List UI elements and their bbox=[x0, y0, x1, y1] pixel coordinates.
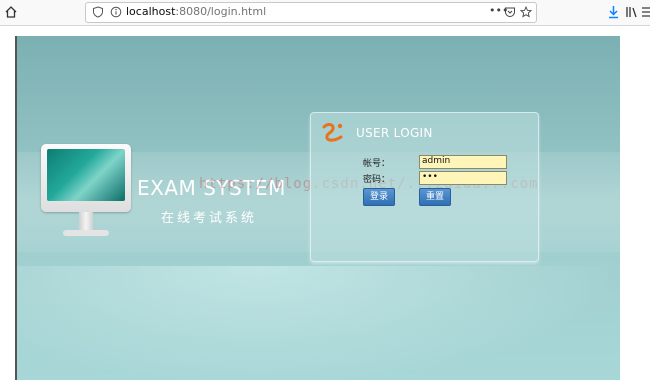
username-input[interactable]: admin bbox=[419, 155, 507, 169]
star-icon[interactable] bbox=[520, 6, 532, 18]
monitor-illustration bbox=[41, 144, 133, 244]
library-icon[interactable] bbox=[625, 5, 639, 19]
monitor-base bbox=[63, 230, 109, 236]
url-path: :8080/login.html bbox=[175, 5, 267, 18]
monitor-screen bbox=[47, 149, 125, 201]
system-subtitle: 在线考试系统 bbox=[161, 211, 258, 226]
menu-icon[interactable] bbox=[641, 6, 650, 18]
more-icon[interactable]: ••• bbox=[489, 5, 508, 18]
download-icon[interactable] bbox=[607, 5, 620, 19]
password-input[interactable]: ••• bbox=[419, 171, 507, 185]
pocket-icon[interactable] bbox=[504, 6, 516, 18]
login-panel: USER LOGIN 帐号： admin 密码： ••• 登录 重置 bbox=[310, 112, 539, 262]
login-title: USER LOGIN bbox=[356, 126, 433, 140]
page-margin bbox=[620, 36, 650, 380]
browser-toolbar: localhost:8080/login.html ••• bbox=[0, 0, 650, 26]
login-page: EXAM SYSTEM 在线考试系统 https://blog.csdn.net… bbox=[15, 36, 622, 380]
password-label: 密码： bbox=[363, 175, 391, 185]
background-floor bbox=[17, 266, 622, 380]
url-host: localhost bbox=[126, 5, 176, 18]
username-label: 帐号： bbox=[363, 159, 391, 169]
monitor-stand bbox=[79, 212, 93, 232]
url-text[interactable]: localhost:8080/login.html bbox=[126, 5, 266, 18]
login-button[interactable]: 登录 bbox=[363, 188, 395, 206]
reset-button[interactable]: 重置 bbox=[419, 188, 451, 206]
address-bar[interactable]: localhost:8080/login.html ••• bbox=[85, 2, 537, 23]
logo-icon bbox=[322, 123, 343, 142]
shield-icon[interactable] bbox=[92, 6, 104, 18]
home-icon[interactable] bbox=[4, 5, 18, 19]
info-icon[interactable] bbox=[110, 6, 122, 18]
